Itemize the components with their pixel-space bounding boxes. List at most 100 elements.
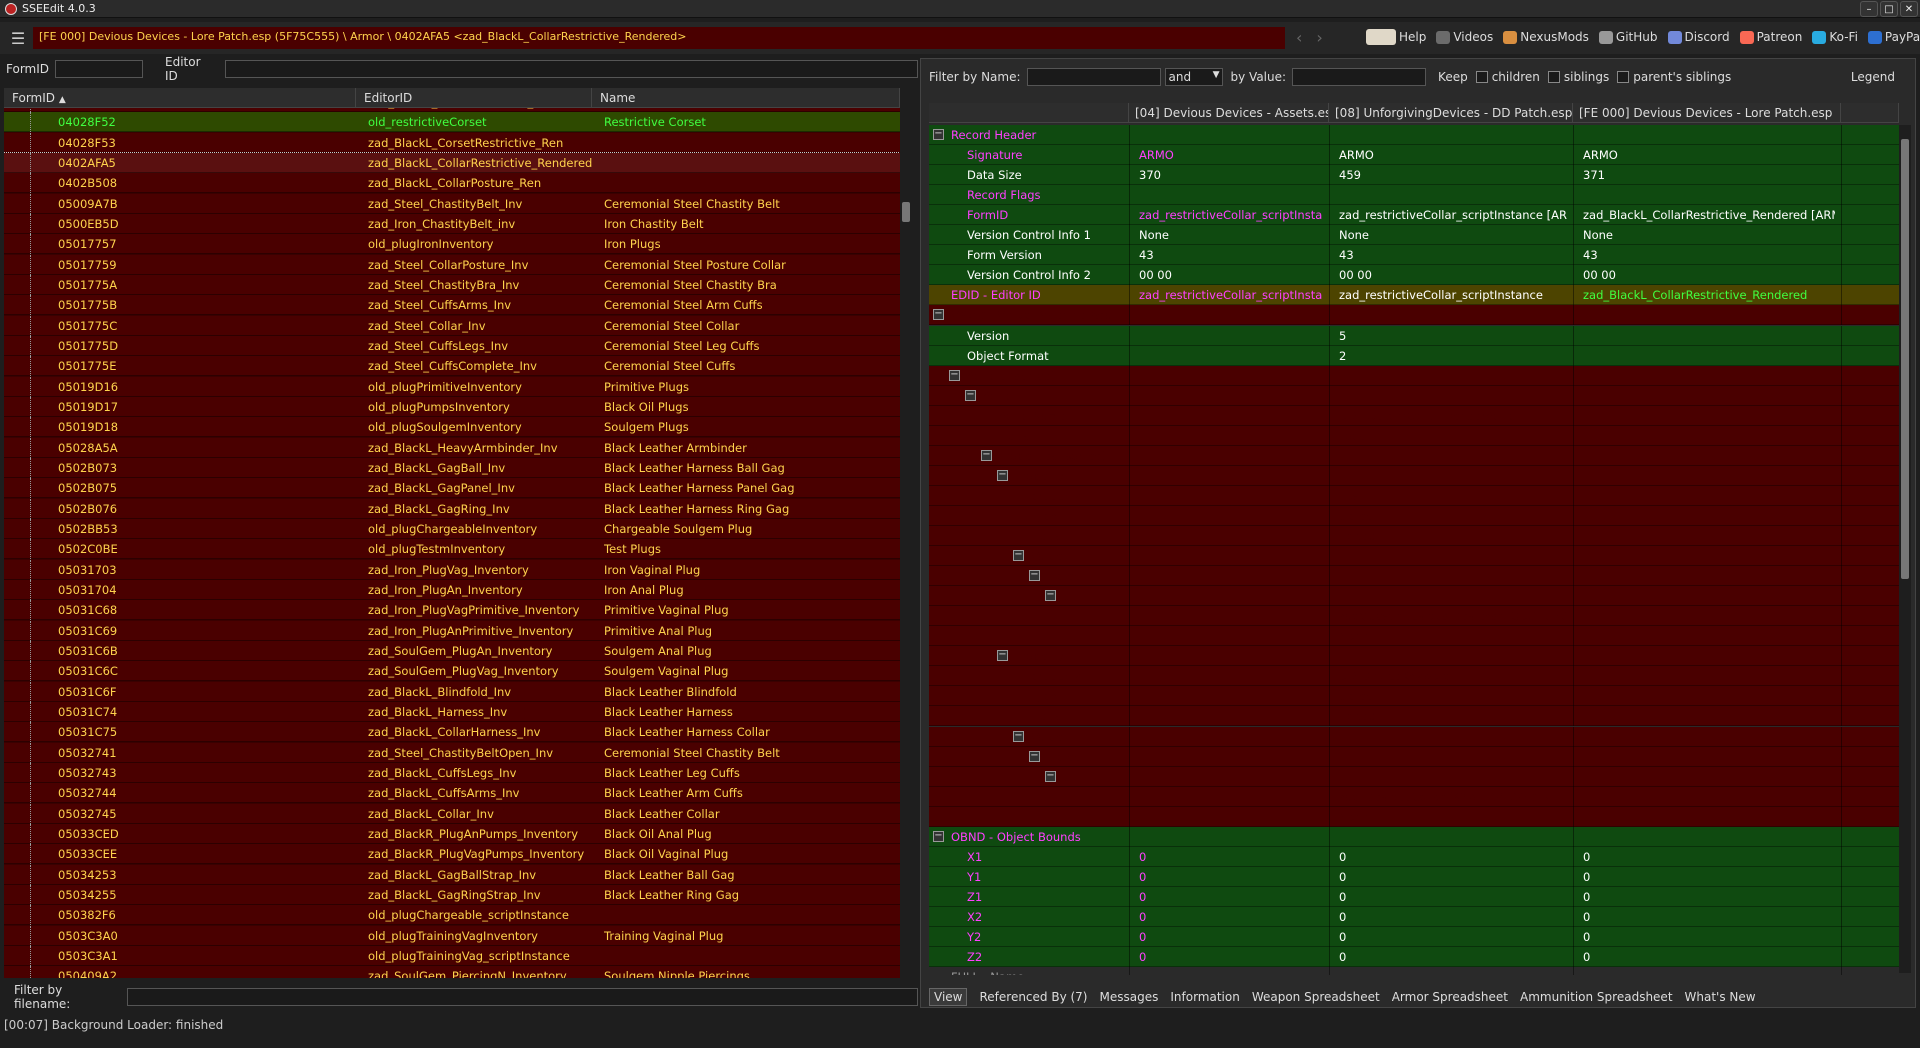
collapse-toggle-icon[interactable]: − (1013, 550, 1024, 562)
table-row[interactable]: 05017757 old_plugIronInventory Iron Plugs (4, 234, 900, 255)
collapse-toggle-icon[interactable]: − (1029, 750, 1040, 762)
tree-row[interactable]: zadQuest "Devious Devices" [QUST:0500F..… (929, 606, 1901, 627)
tree-row[interactable]: − Value (929, 726, 1901, 747)
tab-armor-spreadsheet[interactable]: Armor Spreadsheet (1392, 990, 1508, 1004)
back-arrow-icon[interactable]: ‹ (1296, 28, 1302, 47)
link-discord[interactable]: Discord (1667, 30, 1730, 44)
and-or-select[interactable]: and ▼ (1164, 68, 1223, 86)
tree-row[interactable]: ScriptName UD_CustomCollar_RenderScript (929, 405, 1901, 426)
tree-row[interactable]: Version 5 (929, 325, 1901, 346)
collapse-toggle-icon[interactable]: − (965, 389, 976, 401)
tree-row[interactable]: − O... (929, 766, 1901, 787)
table-row[interactable]: 05028A5A zad_BlackL_HeavyArmbinder_Inv Bla… (4, 437, 900, 458)
link-help[interactable]: Help (1366, 29, 1426, 45)
link-patreon[interactable]: Patreon (1739, 30, 1802, 44)
link-nexusmods[interactable]: NexusMods (1503, 30, 1589, 44)
tree-row[interactable]: − Properties (sorted) (929, 445, 1901, 466)
tree-row[interactable]: − Value (929, 546, 1901, 567)
table-row[interactable]: 050409A2 zad_SoulGem_PiercingN_Inventory S… (4, 966, 900, 978)
children-checkbox[interactable] (1475, 71, 1488, 83)
restore-button[interactable]: □ (1880, 1, 1898, 17)
collapse-toggle-icon[interactable]: − (1029, 570, 1040, 582)
tree-row[interactable]: zad_DeviousCollar [KYWD:04003DF7] (929, 786, 1901, 807)
view-header-file-3[interactable]: [FE 000] Devious Devices - Lore Patch.es… (1573, 103, 1841, 123)
table-row[interactable]: 05031C69 zad_Iron_PlugAnPrimitive_Invento… (4, 620, 900, 641)
tree-row[interactable]: Version Control Info 1 None None None (929, 225, 1901, 246)
collapse-toggle-icon[interactable]: − (933, 830, 944, 842)
column-header-editorid[interactable]: EditorID (356, 88, 592, 108)
table-row[interactable]: 05031C75 zad_BlackL_CollarHarness_Inv Blac… (4, 722, 900, 743)
table-row[interactable]: 0500EB5D zad_Iron_ChastityBelt_inv Iron Ch… (4, 213, 900, 234)
parent-siblings-checkbox[interactable] (1617, 71, 1630, 83)
column-header-name[interactable]: Name (592, 88, 900, 108)
collapse-toggle-icon[interactable]: − (933, 129, 944, 140)
table-row[interactable]: 0502B073 zad_BlackL_GagBall_Inv Black Leat… (4, 457, 900, 478)
table-row[interactable]: 05032743 zad_BlackL_CuffsLegs_Inv Black Le… (4, 762, 900, 783)
tree-row[interactable]: Data Size 370 459 371 (929, 165, 1901, 186)
tree-row[interactable]: FULL - Name (929, 967, 1901, 975)
tree-row[interactable]: − Property (929, 646, 1901, 667)
link-github[interactable]: GitHub (1598, 30, 1658, 44)
editorid-input[interactable] (224, 60, 918, 78)
table-row[interactable]: 05019D16 old_plugPrimitiveInventory Primit… (4, 376, 900, 397)
tab-what-s-new[interactable]: What's New (1685, 990, 1756, 1004)
table-row[interactable]: 05031704 zad_Iron_PlugAn_Inventory Iron An… (4, 579, 900, 600)
view-header-file-2[interactable]: [08] UnforgivingDevices - DD Patch.esp (1329, 103, 1573, 123)
table-row[interactable]: 05031C6B zad_SoulGem_PlugAn_Inventory Soul… (4, 640, 900, 661)
table-row[interactable]: 05019D18 old_plugSoulgemInventory Soulgem … (4, 417, 900, 438)
view-scroll-thumb[interactable] (1901, 139, 1909, 579)
collapse-toggle-icon[interactable]: − (1045, 590, 1056, 602)
collapse-toggle-icon[interactable]: − (1013, 730, 1024, 742)
table-row[interactable]: 05032741 zad_Steel_ChastityBeltOpen_Inv Ce… (4, 742, 900, 763)
collapse-toggle-icon[interactable]: − (981, 449, 992, 461)
table-row[interactable]: 0502B076 zad_BlackL_GagRing_Inv Black Leat… (4, 498, 900, 519)
tree-row[interactable]: Form Version 43 43 43 (929, 245, 1901, 266)
tree-row[interactable]: Record Flags (929, 185, 1901, 206)
tree-row[interactable]: X1 0 0 0 (929, 846, 1901, 867)
tree-row[interactable]: − Scripts (sorted) (929, 365, 1901, 386)
menu-icon[interactable]: ☰ (4, 24, 32, 52)
table-row[interactable]: 0502C0BE old_plugTestmInventory Test Plugs (4, 539, 900, 560)
tree-row[interactable]: Type Object (929, 686, 1901, 707)
table-row[interactable]: 05031C68 zad_Iron_PlugVagPrimitive_Invent… (4, 600, 900, 621)
collapse-toggle-icon[interactable]: − (997, 469, 1008, 481)
table-row[interactable]: 05031C74 zad_BlackL_Harness_Inv Black Leat… (4, 701, 900, 722)
close-button[interactable]: ✕ (1900, 1, 1918, 17)
view-scrollbar[interactable] (1899, 125, 1911, 973)
tree-row[interactable]: − Record Header (929, 125, 1901, 145)
link-ko-fi[interactable]: Ko-Fi (1812, 30, 1858, 44)
tree-row[interactable]: Y2 0 0 0 (929, 927, 1901, 947)
tree-row[interactable]: Y1 0 0 0 (929, 866, 1901, 887)
tree-row[interactable]: Type Object (929, 505, 1901, 526)
table-row[interactable]: 05031C6C zad_SoulGem_PlugVag_Inventory Sou… (4, 661, 900, 682)
collapse-toggle-icon[interactable]: − (933, 309, 944, 321)
table-row[interactable]: 05019D17 old_plugPumpsInventory Black Oil … (4, 396, 900, 417)
table-row[interactable]: 05017759 zad_Steel_CollarPosture_Inv Cerem… (4, 254, 900, 275)
table-row[interactable]: 0503C3A0 old_plugTrainingVagInventory Trai… (4, 925, 900, 946)
tree-row[interactable]: None (929, 806, 1901, 827)
tree-row[interactable]: Flags Edited (929, 706, 1901, 727)
table-row[interactable]: 05031C6F zad_BlackL_Blindfold_Inv Black Le… (4, 681, 900, 702)
tree-row[interactable]: Object Format 2 (929, 345, 1901, 366)
collapse-toggle-icon[interactable]: − (949, 369, 960, 381)
tree-row[interactable]: − Script (929, 385, 1901, 406)
table-row[interactable]: 05009A7B zad_Steel_ChastityBelt_Inv Ceremo… (4, 193, 900, 214)
records-scroll-thumb[interactable] (902, 202, 910, 222)
filename-filter-input[interactable] (127, 988, 918, 1006)
forward-arrow-icon[interactable]: › (1316, 28, 1322, 47)
minimize-button[interactable]: – (1860, 1, 1878, 17)
table-row[interactable]: 0501775E zad_Steel_CuffsComplete_Inv Cerem… (4, 356, 900, 377)
tree-row[interactable]: X2 0 0 0 (929, 906, 1901, 927)
table-row[interactable]: 0402B508 zad_BlackL_CollarPosture_Ren (4, 173, 900, 194)
tree-row[interactable]: − O... (929, 586, 1901, 607)
table-row[interactable]: 04028F53 zad_BlackL_CorsetRestrictive_Ren (4, 132, 900, 153)
filter-by-name-input[interactable] (1026, 68, 1161, 86)
tab-information[interactable]: Information (1170, 990, 1239, 1004)
tab-view[interactable]: View (929, 988, 968, 1006)
siblings-checkbox[interactable] (1547, 71, 1560, 83)
tree-row[interactable]: property... UD_DeviceKeyword (929, 666, 1901, 687)
filter-by-value-input[interactable] (1292, 68, 1427, 86)
table-row[interactable]: 05032745 zad_BlackL_Collar_Inv Black Leath… (4, 803, 900, 824)
tree-row[interactable]: None (929, 626, 1901, 647)
table-row[interactable]: 0502BB53 old_plugChargeableInventory Charg… (4, 518, 900, 539)
